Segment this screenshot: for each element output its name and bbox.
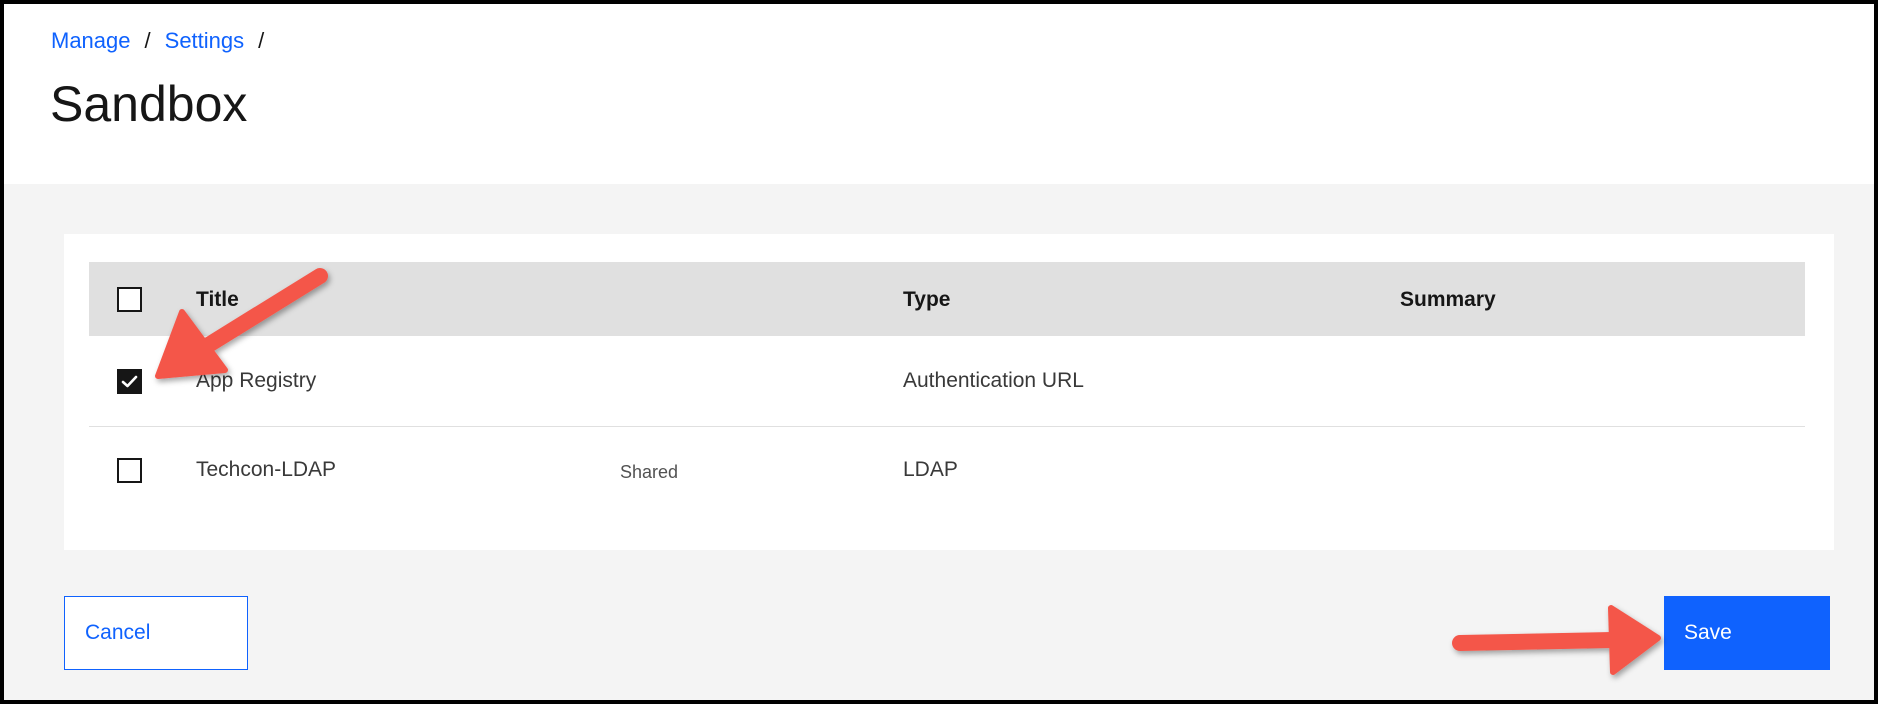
row-title: App Registry [196, 369, 317, 392]
save-button[interactable]: Save [1664, 596, 1830, 670]
table-header-row: Title Type Summary [89, 262, 1805, 336]
data-table: Title Type Summary App Registry Authenti… [64, 234, 1834, 550]
row-checkbox-app-registry[interactable] [117, 369, 142, 394]
cancel-button[interactable]: Cancel [64, 596, 248, 670]
row-type: Authentication URL [903, 369, 1084, 392]
row-type: LDAP [903, 458, 958, 481]
checkmark-icon [121, 375, 138, 388]
column-header-type: Type [903, 288, 951, 311]
select-all-checkbox[interactable] [117, 287, 142, 312]
app-frame: Manage / Settings / Sandbox Title Type S… [4, 4, 1874, 700]
shared-tag: Shared [620, 462, 679, 482]
breadcrumb-manage-link[interactable]: Manage [51, 26, 131, 56]
row-title: Techcon-LDAP [196, 458, 337, 481]
breadcrumb-separator: / [144, 28, 151, 53]
breadcrumb-settings-link[interactable]: Settings [165, 26, 245, 56]
row-checkbox-techcon-ldap[interactable] [117, 458, 142, 483]
page-title: Sandbox [50, 76, 248, 132]
column-header-title: Title [196, 288, 239, 311]
table-row[interactable]: App Registry Authentication URL [89, 336, 1805, 427]
page-header: Manage / Settings / Sandbox [4, 4, 1874, 184]
table-row[interactable]: Techcon-LDAP Shared LDAP [89, 428, 1805, 519]
column-header-summary: Summary [1400, 288, 1496, 311]
breadcrumb-separator: / [258, 28, 265, 53]
breadcrumb: Manage / Settings / [51, 26, 278, 56]
